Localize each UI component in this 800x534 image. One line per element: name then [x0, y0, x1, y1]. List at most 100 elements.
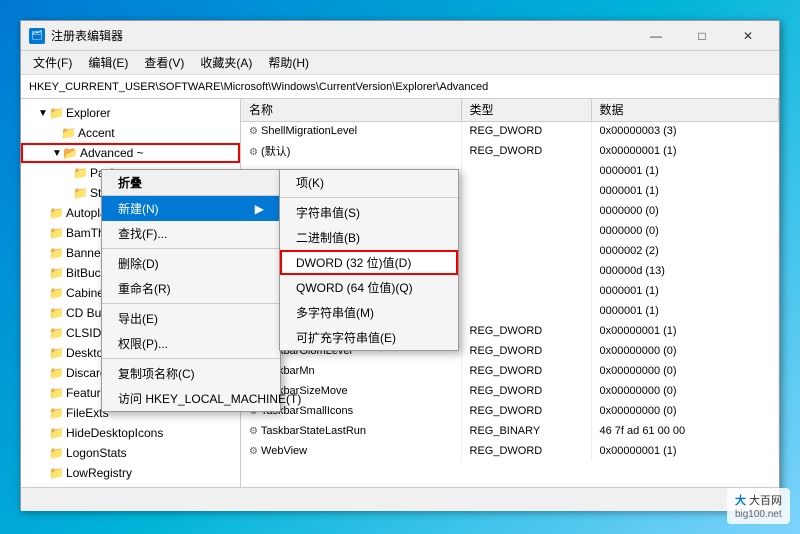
- table-row[interactable]: ⚙ TaskbarStateLastRun REG_BINARY 46 7f a…: [241, 421, 779, 441]
- context-menu-export[interactable]: 导出(E): [102, 306, 280, 331]
- context-menu-delete[interactable]: 删除(D): [102, 251, 280, 276]
- folder-icon: 📁: [49, 326, 64, 340]
- reg-data: 0x00000000 (0): [591, 361, 779, 381]
- minimize-button[interactable]: —: [633, 21, 679, 51]
- tree-item-menuorder[interactable]: ▶ 📁 MenuOrder: [21, 483, 240, 487]
- context-menu-find[interactable]: 查找(F)...: [102, 221, 280, 246]
- table-row[interactable]: ⚙ TaskbarSizeMove REG_DWORD 0x00000000 (…: [241, 381, 779, 401]
- col-name: 名称: [241, 99, 461, 121]
- reg-type: [461, 221, 591, 241]
- reg-data: 0000001 (1): [591, 181, 779, 201]
- tree-label: HideDesktopIcons: [66, 426, 163, 440]
- reg-type: [461, 281, 591, 301]
- reg-data: 0x00000001 (1): [591, 441, 779, 461]
- copy-name-label: 复制项名称(C): [118, 365, 195, 382]
- context-menu-access-hklm[interactable]: 访问 HKEY_LOCAL_MACHINE(T): [102, 386, 280, 411]
- reg-name: ⚙ ShellMigrationLevel: [241, 121, 461, 141]
- find-label: 查找(F)...: [118, 225, 167, 242]
- reg-type: REG_DWORD: [461, 361, 591, 381]
- context-menu: 折叠 新建(N) ▶ 查找(F)... 删除(D) 重命名(R) 导出(E) 权…: [101, 169, 281, 412]
- qword-label: QWORD (64 位值)(Q): [296, 281, 413, 295]
- string-label: 字符串值(S): [296, 206, 360, 220]
- sub-menu-qword[interactable]: QWORD (64 位值)(Q): [280, 275, 458, 300]
- reg-data: 0x00000001 (1): [591, 321, 779, 341]
- tree-label: Accent: [78, 126, 115, 140]
- folder-icon: 📁: [49, 246, 64, 260]
- address-path: HKEY_CURRENT_USER\SOFTWARE\Microsoft\Win…: [29, 81, 488, 93]
- reg-name: ⚙ WebView: [241, 441, 461, 461]
- title-bar-left: 🗂 注册表编辑器: [29, 27, 123, 44]
- watermark-icon: 大: [735, 495, 746, 507]
- arrow-advanced[interactable]: ▼: [51, 147, 63, 159]
- tree-item-advanced[interactable]: ▼ 📂 Advanced ~: [21, 143, 240, 163]
- menu-edit[interactable]: 编辑(E): [80, 52, 136, 73]
- context-menu-collapse[interactable]: 折叠: [102, 170, 280, 196]
- watermark: 大 大百网 big100.net: [727, 488, 790, 524]
- tree-item-explorer[interactable]: ▼ 📁 Explorer: [21, 103, 240, 123]
- watermark-url: big100.net: [735, 509, 782, 520]
- reg-type: [461, 181, 591, 201]
- sub-menu-multistring[interactable]: 多字符串值(M): [280, 300, 458, 325]
- dword-label: DWORD (32 位)值(D): [296, 256, 411, 270]
- reg-type: REG_DWORD: [461, 441, 591, 461]
- context-menu-copy-name[interactable]: 复制项名称(C): [102, 361, 280, 386]
- sub-menu-dword[interactable]: DWORD (32 位)值(D): [280, 250, 458, 275]
- reg-type: [461, 301, 591, 321]
- watermark-text: 大百网: [749, 495, 782, 507]
- tree-label-advanced: Advanced ~: [80, 146, 144, 160]
- folder-icon-open: 📂: [63, 146, 78, 160]
- tree-item-hidedesktop[interactable]: ▶ 📁 HideDesktopIcons: [21, 423, 240, 443]
- binary-label: 二进制值(B): [296, 231, 360, 245]
- folder-icon: 📁: [73, 166, 88, 180]
- tree-item-logonstats[interactable]: ▶ 📁 LogonStats: [21, 443, 240, 463]
- menu-file[interactable]: 文件(F): [25, 52, 80, 73]
- reg-name: ⚙ TaskbarStateLastRun: [241, 421, 461, 441]
- menu-favorites[interactable]: 收藏夹(A): [192, 52, 260, 73]
- arrow-explorer[interactable]: ▼: [37, 107, 49, 119]
- sub-menu-expandstring[interactable]: 可扩充字符串值(E): [280, 325, 458, 350]
- multistring-label: 多字符串值(M): [296, 306, 374, 320]
- folder-icon: 📁: [49, 406, 64, 420]
- tree-label: LowRegistry: [66, 466, 132, 480]
- table-row[interactable]: ⚙ ShellMigrationLevel REG_DWORD 0x000000…: [241, 121, 779, 141]
- folder-icon: 📁: [49, 266, 64, 280]
- divider3: [102, 358, 280, 359]
- folder-icon: 📁: [49, 386, 64, 400]
- menu-view[interactable]: 查看(V): [136, 52, 192, 73]
- sub-divider1: [280, 197, 458, 198]
- table-row[interactable]: ⚙ WebView REG_DWORD 0x00000001 (1): [241, 441, 779, 461]
- close-button[interactable]: ✕: [725, 21, 771, 51]
- context-menu-rename[interactable]: 重命名(R): [102, 276, 280, 301]
- reg-type: [461, 241, 591, 261]
- tree-label: LogonStats: [66, 446, 127, 460]
- sub-menu-string[interactable]: 字符串值(S): [280, 200, 458, 225]
- folder-icon: 📁: [49, 366, 64, 380]
- reg-type: REG_DWORD: [461, 121, 591, 141]
- folder-icon: 📁: [49, 206, 64, 220]
- tree-item-accent[interactable]: ▶ 📁 Accent: [21, 123, 240, 143]
- table-row[interactable]: ⚙ TaskbarSmallIcons REG_DWORD 0x00000000…: [241, 401, 779, 421]
- table-row[interactable]: ⚙ TaskbarMn REG_DWORD 0x00000000 (0): [241, 361, 779, 381]
- title-buttons: — □ ✕: [633, 21, 771, 51]
- reg-type: [461, 161, 591, 181]
- reg-data: 0000002 (2): [591, 241, 779, 261]
- folder-icon: 📁: [49, 346, 64, 360]
- sub-menu-binary[interactable]: 二进制值(B): [280, 225, 458, 250]
- key-label: 项(K): [296, 176, 324, 190]
- address-bar[interactable]: HKEY_CURRENT_USER\SOFTWARE\Microsoft\Win…: [21, 75, 779, 99]
- col-data: 数据: [591, 99, 779, 121]
- menu-help[interactable]: 帮助(H): [260, 52, 317, 73]
- export-label: 导出(E): [118, 310, 158, 327]
- context-menu-permissions[interactable]: 权限(P)...: [102, 331, 280, 356]
- table-row[interactable]: ⚙ (默认) REG_DWORD 0x00000001 (1): [241, 141, 779, 161]
- reg-type: REG_DWORD: [461, 141, 591, 161]
- sub-menu: 项(K) 字符串值(S) 二进制值(B) DWORD (32 位)值(D) QW…: [279, 169, 459, 351]
- tree-item-lowregistry[interactable]: ▶ 📁 LowRegistry: [21, 463, 240, 483]
- folder-icon: 📁: [61, 126, 76, 140]
- reg-type: REG_DWORD: [461, 341, 591, 361]
- window-title: 注册表编辑器: [51, 27, 123, 44]
- sub-menu-key[interactable]: 项(K): [280, 170, 458, 195]
- context-menu-new[interactable]: 新建(N) ▶: [102, 196, 280, 221]
- maximize-button[interactable]: □: [679, 21, 725, 51]
- reg-data: 0x00000003 (3): [591, 121, 779, 141]
